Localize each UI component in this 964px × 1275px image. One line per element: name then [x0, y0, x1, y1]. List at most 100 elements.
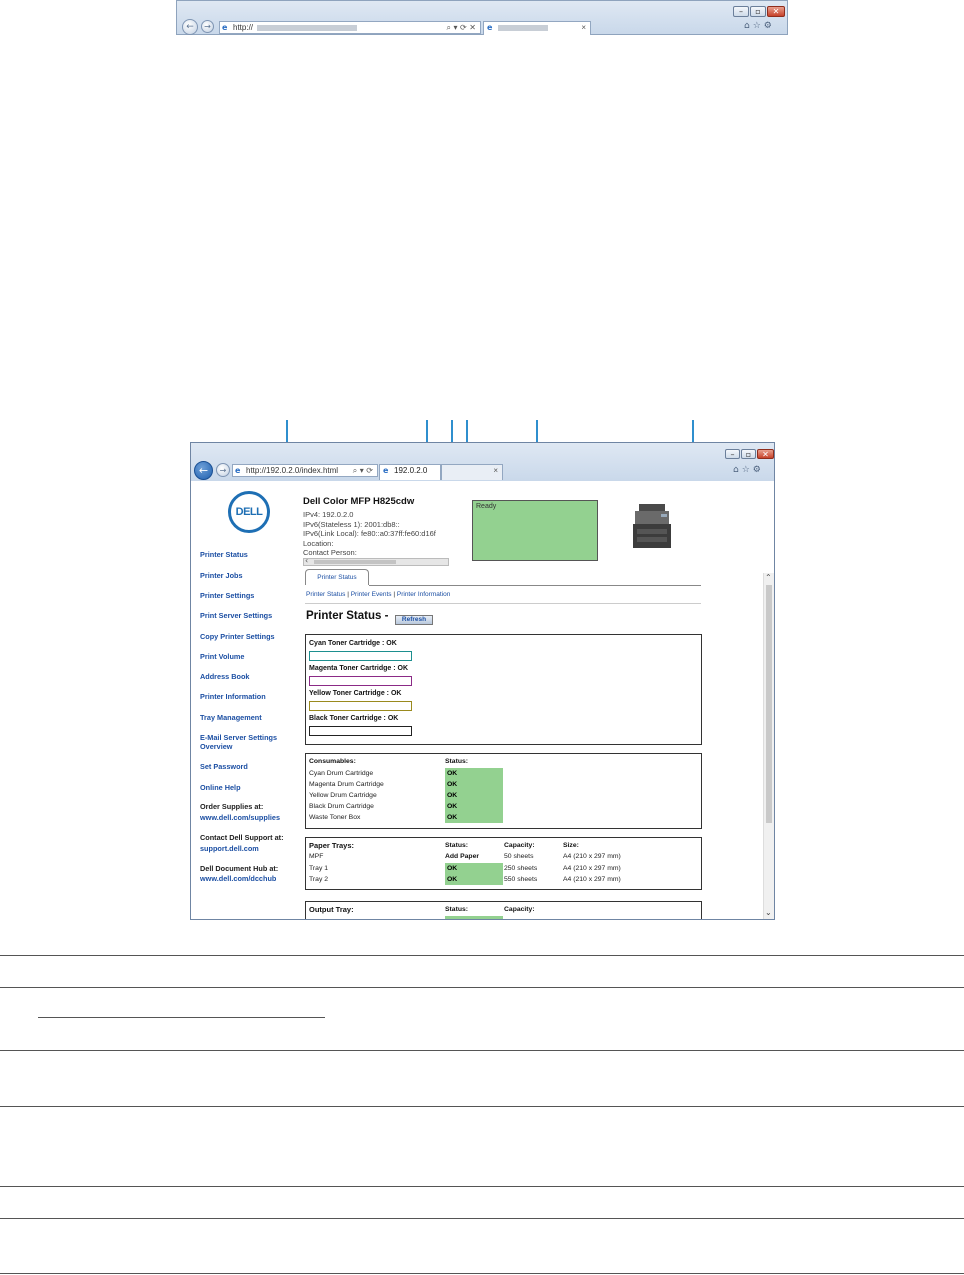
- tray-status: OK: [445, 874, 503, 885]
- forward-button[interactable]: →: [201, 20, 214, 33]
- yellow-toner-bar: [309, 701, 412, 711]
- printer-status-panel: Ready: [472, 500, 598, 561]
- tray-name: Tray 2: [309, 876, 329, 883]
- sidebar-item-address-book[interactable]: Address Book: [200, 672, 249, 681]
- sidebar-item-printer-settings[interactable]: Printer Settings: [200, 591, 254, 600]
- output-capacity-header: Capacity:: [504, 906, 535, 913]
- consumable-name: Cyan Drum Cartridge: [309, 770, 374, 777]
- sidebar-item-printer-information[interactable]: Printer Information: [200, 692, 266, 701]
- blurred-tab-title: [498, 24, 548, 31]
- scroll-thumb[interactable]: [314, 560, 396, 564]
- ie-tab-icon: e: [383, 466, 389, 475]
- address-tools-icon[interactable]: ⌕ ▾ ⟳ ✕: [446, 22, 476, 33]
- tab-printer-status[interactable]: Printer Status: [305, 569, 369, 585]
- consumable-name: Waste Toner Box: [309, 814, 361, 821]
- black-toner-bar: [309, 726, 412, 736]
- forward-button[interactable]: →: [216, 463, 230, 477]
- back-button[interactable]: ←: [194, 461, 213, 480]
- sidebar-item-set-password[interactable]: Set Password: [200, 762, 248, 771]
- sidebar-item-overview[interactable]: Overview: [200, 742, 232, 751]
- sublink-printer-information[interactable]: Printer Information: [397, 591, 450, 598]
- blurred-url: [257, 24, 358, 31]
- table-rule: [0, 1273, 964, 1274]
- magenta-toner-label: Magenta Toner Cartridge : OK: [309, 665, 409, 672]
- tray-name: Tray 1: [309, 865, 329, 872]
- tab-close-icon[interactable]: ×: [493, 465, 498, 476]
- sidebar-item-email-server-settings[interactable]: E-Mail Server Settings: [200, 733, 277, 742]
- back-button[interactable]: ←: [182, 19, 198, 35]
- table-rule: [0, 1106, 964, 1107]
- support-link[interactable]: support.dell.com: [200, 844, 259, 853]
- refresh-button[interactable]: Refresh: [395, 615, 433, 625]
- ipv4-address: IPv4: 192.0.2.0: [303, 510, 354, 519]
- order-supplies-label: Order Supplies at:: [200, 802, 264, 811]
- tab-baseline: [369, 585, 701, 586]
- toner-status-box: Cyan Toner Cartridge : OK Magenta Toner …: [305, 634, 702, 745]
- tab-close-icon[interactable]: ×: [581, 22, 586, 33]
- address-tools-icon[interactable]: ⌕ ▾ ⟳: [350, 465, 373, 476]
- restore-button[interactable]: ▫: [741, 449, 756, 459]
- top-tab[interactable]: e ×: [483, 21, 591, 35]
- printer-model-title: Dell Color MFP H825cdw: [303, 496, 415, 507]
- paper-trays-box: Paper Trays: Status: Capacity: Size: MPF…: [305, 837, 702, 890]
- support-label: Contact Dell Support at:: [200, 833, 284, 842]
- hub-link[interactable]: www.dell.com/dcchub: [200, 874, 276, 883]
- top-address-text: http://: [233, 23, 254, 32]
- yellow-toner-label: Yellow Toner Cartridge : OK: [309, 690, 402, 697]
- tray-capacity: 250 sheets: [504, 865, 538, 872]
- sublink-printer-status[interactable]: Printer Status: [306, 591, 345, 598]
- tray-capacity: 550 sheets: [504, 876, 538, 883]
- tray-capacity-header: Capacity:: [504, 842, 535, 849]
- tray-name: MPF: [309, 853, 324, 860]
- consumable-name: Black Drum Cartridge: [309, 803, 374, 810]
- restore-button[interactable]: ▫: [750, 6, 766, 17]
- address-bar[interactable]: e http://192.0.2.0/index.html ⌕ ▾ ⟳: [232, 464, 378, 477]
- consumables-box: Consumables: Status: Cyan Drum Cartridge…: [305, 753, 702, 829]
- consumables-header: Consumables:: [309, 758, 356, 765]
- tray-size: A4 (210 x 297 mm): [563, 876, 621, 883]
- sidebar-item-printer-jobs[interactable]: Printer Jobs: [200, 571, 243, 580]
- contact-person-field: Contact Person:: [303, 548, 357, 557]
- ie-tab-icon: e: [487, 23, 493, 32]
- minimize-button[interactable]: –: [733, 6, 749, 17]
- scroll-down-icon[interactable]: ⌄: [765, 908, 772, 917]
- minimize-button[interactable]: –: [725, 449, 740, 459]
- top-address-bar[interactable]: e http:// ⌕ ▾ ⟳ ✕: [219, 21, 481, 34]
- cyan-toner-label: Cyan Toner Cartridge : OK: [309, 640, 397, 647]
- output-status-cell: [445, 916, 503, 919]
- page-title: Printer Status -: [306, 610, 389, 622]
- sublink-separator: |: [347, 591, 349, 598]
- tray-status-header: Status:: [445, 842, 469, 849]
- order-supplies-link[interactable]: www.dell.com/supplies: [200, 813, 280, 822]
- sublink-separator: |: [393, 591, 396, 598]
- sub-navigation: Printer Status | Printer Events | Printe…: [306, 591, 450, 598]
- vertical-scrollbar[interactable]: ⌃ ⌄: [763, 573, 774, 919]
- toolbar-icons[interactable]: ⌂☆⚙: [744, 21, 775, 31]
- sidebar-item-print-server-settings[interactable]: Print Server Settings: [200, 611, 272, 620]
- sidebar-item-online-help[interactable]: Online Help: [200, 783, 241, 792]
- ipv6-link-local-address: IPv6(Link Local): fe80::a0:37ff:fe60:d16…: [303, 529, 436, 538]
- close-button[interactable]: ✕: [767, 6, 785, 17]
- scroll-left-icon[interactable]: ‹: [305, 556, 308, 565]
- consumable-name: Yellow Drum Cartridge: [309, 792, 377, 799]
- sidebar-item-print-volume[interactable]: Print Volume: [200, 652, 244, 661]
- scroll-up-icon[interactable]: ⌃: [765, 573, 772, 582]
- hub-label: Dell Document Hub at:: [200, 864, 279, 873]
- consumable-name: Magenta Drum Cartridge: [309, 781, 384, 788]
- printer-icon: [633, 504, 671, 548]
- browser-window: ← → e http://192.0.2.0/index.html ⌕ ▾ ⟳ …: [190, 442, 775, 920]
- header-horizontal-scrollbar[interactable]: ‹: [303, 556, 449, 566]
- toolbar-icons[interactable]: ⌂☆⚙: [733, 465, 764, 475]
- top-browser-chrome: ← → e http:// ⌕ ▾ ⟳ ✕ e × – ▫ ✕ ⌂☆⚙: [176, 0, 788, 35]
- close-button[interactable]: ✕: [757, 449, 774, 459]
- scroll-thumb[interactable]: [766, 585, 772, 823]
- browser-tab-2[interactable]: ×: [441, 464, 503, 480]
- sidebar-item-printer-status[interactable]: Printer Status: [200, 550, 248, 559]
- web-page: DELL Printer Status Printer Jobs Printer…: [191, 481, 774, 919]
- consumable-status: OK: [445, 812, 503, 823]
- sublink-printer-events[interactable]: Printer Events: [351, 591, 392, 598]
- dell-logo: DELL: [228, 491, 270, 533]
- sidebar-item-tray-management[interactable]: Tray Management: [200, 713, 262, 722]
- sidebar-item-copy-printer-settings[interactable]: Copy Printer Settings: [200, 632, 275, 641]
- browser-tab[interactable]: e 192.0.2.0: [379, 464, 441, 480]
